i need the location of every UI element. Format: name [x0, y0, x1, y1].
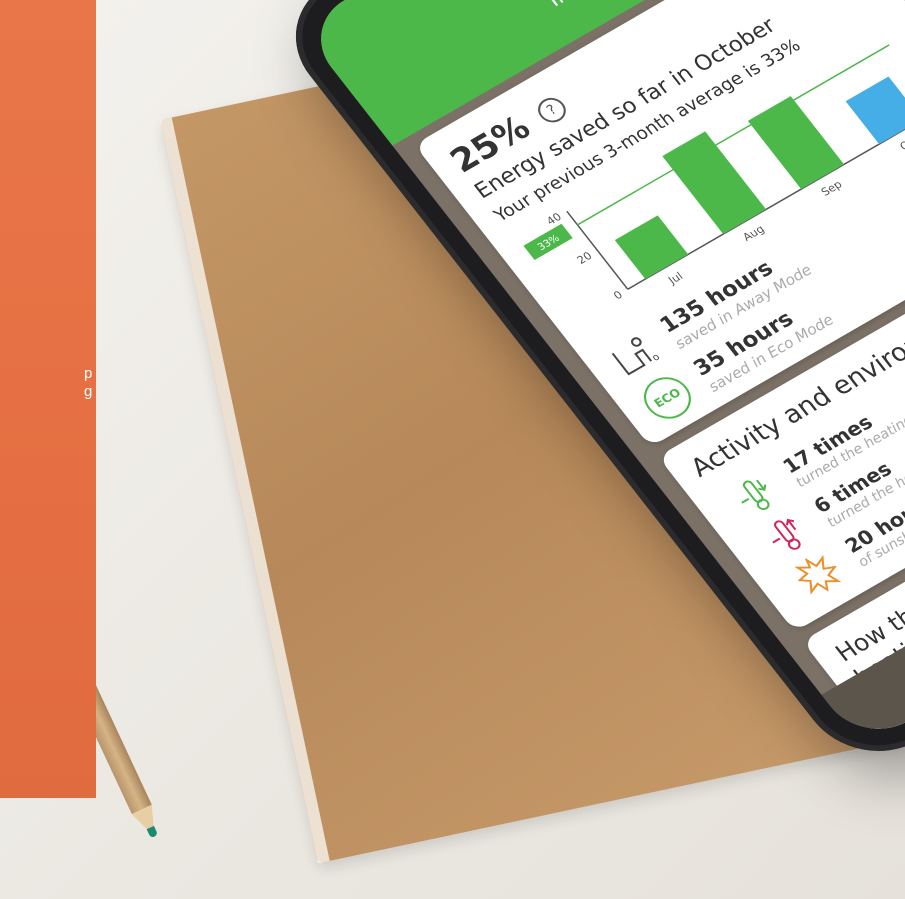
chart-x-tick-label: Aug	[740, 223, 767, 244]
chart-bar	[845, 76, 905, 145]
chart-x-tick-label: Sep	[819, 178, 845, 199]
chart-y-axis	[566, 210, 629, 290]
orange-side-panel: p g	[0, 0, 96, 798]
scene: Insights 25% ? Energy saved so far in Oc…	[0, 0, 905, 899]
chart-y-tick-label: 20	[575, 250, 595, 267]
chart-y-tick-label: 0	[611, 288, 625, 302]
help-icon[interactable]: ?	[532, 93, 572, 127]
svg-text:o: o	[650, 352, 662, 364]
chart-x-tick-label: Oct	[897, 133, 905, 153]
panel-text-line-2: g	[84, 383, 93, 400]
panel-text: p g	[84, 365, 92, 401]
panel-text-line-1: p	[84, 365, 93, 382]
eco-icon: ECO	[634, 369, 701, 427]
chart-bar	[747, 96, 845, 190]
home-icon[interactable]: ⌂	[893, 660, 905, 700]
chart-x-tick-label: Jul	[665, 270, 685, 287]
